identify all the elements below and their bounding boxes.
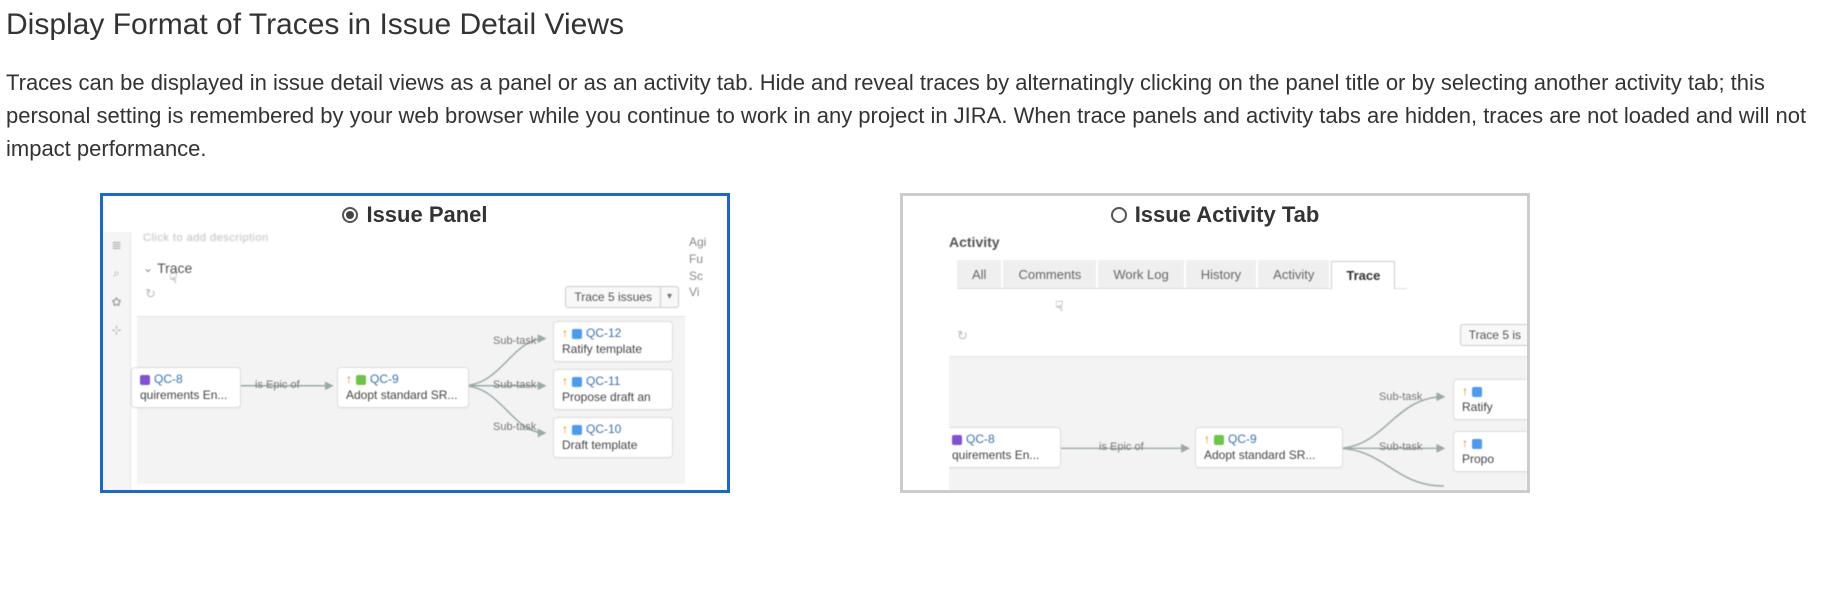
option-label: Issue Activity Tab bbox=[1135, 202, 1320, 228]
issue-key: QC-8 bbox=[966, 432, 995, 448]
subtask-icon bbox=[1472, 439, 1482, 449]
left-rail: ≣ ⌕ ✿ ⊹ bbox=[103, 232, 131, 490]
subtask-icon bbox=[572, 425, 582, 435]
graph-node-partial-top[interactable]: ↑ Ratify bbox=[1453, 379, 1527, 420]
snip: Vi bbox=[689, 284, 721, 301]
issue-summary: Ratify template bbox=[562, 342, 664, 358]
radio-icon[interactable] bbox=[1111, 207, 1127, 223]
issue-key: QC-8 bbox=[154, 372, 183, 388]
graph-node-qc10[interactable]: ↑ QC-10 Draft template bbox=[553, 417, 673, 458]
graph-node-qc12[interactable]: ↑ QC-12 Ratify template bbox=[553, 321, 673, 362]
right-snippet: Agi Fu Sc Vi bbox=[689, 234, 721, 301]
snip: Fu bbox=[689, 251, 721, 268]
snip: Sc bbox=[689, 268, 721, 285]
option-header: Issue Activity Tab bbox=[903, 196, 1527, 232]
rail-item-icon: ⊹ bbox=[111, 323, 121, 337]
edge-label: Sub-task bbox=[493, 335, 536, 347]
trace-issues-button[interactable]: Trace 5 issues ▾ bbox=[565, 286, 679, 308]
edge-label: Sub-task bbox=[493, 421, 536, 433]
priority-icon: ↑ bbox=[1462, 384, 1468, 400]
add-description-placeholder[interactable]: Click to add description bbox=[143, 232, 269, 244]
subtask-icon bbox=[572, 377, 582, 387]
option-header: Issue Panel bbox=[103, 196, 727, 232]
edge-label: is Epic of bbox=[1099, 441, 1144, 453]
rail-item-icon: ✿ bbox=[111, 295, 121, 309]
edge-label: is Epic of bbox=[255, 379, 300, 391]
dropdown-icon[interactable]: ▾ bbox=[661, 286, 679, 308]
issue-key: QC-9 bbox=[1228, 432, 1257, 448]
priority-icon: ↑ bbox=[562, 422, 568, 438]
section-intro: Traces can be displayed in issue detail … bbox=[6, 66, 1842, 165]
tab-all[interactable]: All bbox=[957, 260, 1001, 288]
epic-icon bbox=[140, 375, 150, 385]
priority-icon: ↑ bbox=[562, 326, 568, 342]
tab-worklog[interactable]: Work Log bbox=[1098, 260, 1183, 288]
priority-icon: ↑ bbox=[346, 372, 352, 388]
graph-node-qc9[interactable]: ↑ QC-9 Adopt standard SR... bbox=[337, 367, 469, 408]
issue-summary: Propose draft an bbox=[562, 390, 664, 406]
issue-summary: Draft template bbox=[562, 438, 664, 454]
issue-key: QC-11 bbox=[586, 374, 620, 390]
issue-key: QC-9 bbox=[370, 372, 399, 388]
graph-node-partial-mid[interactable]: ↑ Propo bbox=[1453, 431, 1527, 472]
activity-tabstrip: All Comments Work Log History Activity T… bbox=[957, 260, 1407, 289]
issue-summary: quirements En... bbox=[140, 388, 232, 404]
trace-issues-button[interactable]: Trace 5 is bbox=[1460, 324, 1529, 346]
tab-history[interactable]: History bbox=[1186, 260, 1256, 288]
story-icon bbox=[356, 375, 366, 385]
story-icon bbox=[1214, 435, 1224, 445]
trace-button-label: Trace 5 issues bbox=[565, 286, 661, 308]
issue-key: QC-12 bbox=[586, 326, 621, 342]
option-issue-activity-tab[interactable]: Issue Activity Tab Activity All Comments… bbox=[900, 193, 1530, 493]
graph-node-qc8[interactable]: QC-8 quirements En... bbox=[949, 427, 1061, 468]
activity-section-title: Activity bbox=[949, 234, 1527, 250]
graph-node-qc9[interactable]: ↑ QC-9 Adopt standard SR... bbox=[1195, 427, 1343, 468]
subtask-icon bbox=[1472, 387, 1482, 397]
snip: Agi bbox=[689, 234, 721, 251]
edge-label: Sub-task bbox=[1379, 391, 1422, 403]
trace-graph: QC-8 quirements En... is Epic of ↑ QC-9 A… bbox=[949, 356, 1527, 490]
issue-summary: Adopt standard SR... bbox=[346, 388, 460, 404]
rail-item-icon: ≣ bbox=[111, 238, 121, 252]
issue-summary: quirements En... bbox=[952, 448, 1052, 464]
subtask-icon bbox=[572, 329, 582, 339]
option-label: Issue Panel bbox=[366, 202, 487, 228]
refresh-icon[interactable]: ↻ bbox=[957, 328, 968, 344]
priority-icon: ↑ bbox=[562, 374, 568, 390]
trace-panel-header[interactable]: Trace bbox=[143, 260, 192, 276]
issue-summary: Ratify bbox=[1462, 400, 1524, 416]
radio-icon[interactable] bbox=[342, 207, 358, 223]
trace-graph: QC-8 quirements En... is Epic of ↑ QC-9 A… bbox=[137, 316, 685, 484]
epic-icon bbox=[952, 435, 962, 445]
issue-summary: Adopt standard SR... bbox=[1204, 448, 1334, 464]
issue-key: QC-10 bbox=[586, 422, 621, 438]
tab-comments[interactable]: Comments bbox=[1003, 260, 1096, 288]
issue-summary: Propo bbox=[1462, 452, 1524, 468]
refresh-icon[interactable]: ↻ bbox=[145, 286, 156, 302]
graph-node-qc11[interactable]: ↑ QC-11 Propose draft an bbox=[553, 369, 673, 410]
edge-label: Sub-task bbox=[1379, 441, 1422, 453]
edge-label: Sub-task bbox=[493, 379, 536, 391]
cursor-icon: ☟ bbox=[169, 270, 178, 287]
tab-trace[interactable]: Trace bbox=[1331, 261, 1395, 289]
priority-icon: ↑ bbox=[1204, 432, 1210, 448]
option-issue-panel[interactable]: Issue Panel ≣ ⌕ ✿ ⊹ Click to add descrip… bbox=[100, 193, 730, 493]
rail-item-icon: ⌕ bbox=[113, 266, 120, 281]
cursor-icon: ☟ bbox=[1055, 298, 1064, 315]
tab-activity[interactable]: Activity bbox=[1258, 260, 1329, 288]
section-title: Display Format of Traces in Issue Detail… bbox=[6, 8, 1848, 42]
graph-node-qc8[interactable]: QC-8 quirements En... bbox=[131, 367, 241, 408]
priority-icon: ↑ bbox=[1462, 436, 1468, 452]
